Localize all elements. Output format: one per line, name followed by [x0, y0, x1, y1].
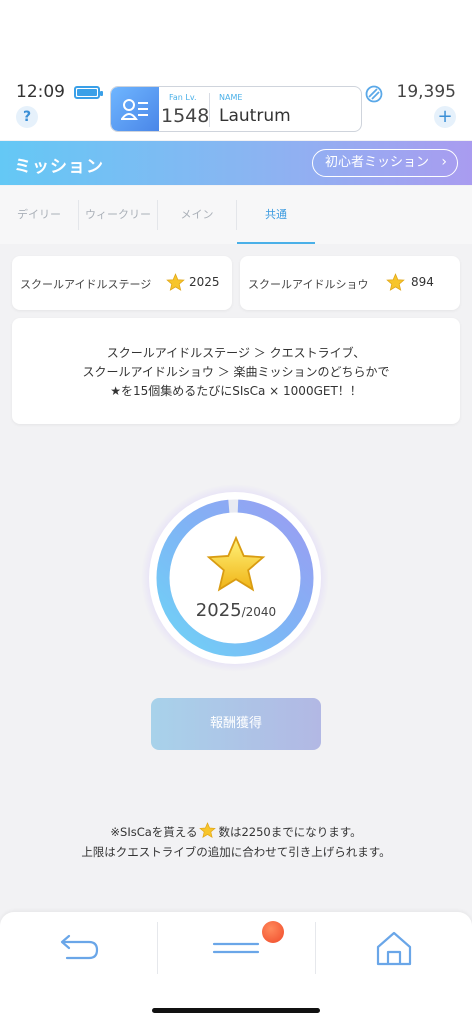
back-button[interactable] [49, 928, 109, 968]
tab-daily[interactable]: デイリー [0, 186, 78, 244]
description-line: スクールアイドルショウ ＞ 楽曲ミッションのどちらかで [82, 365, 390, 379]
mission-description-card: スクールアイドルステージ ＞ クエストライブ、 スクールアイドルショウ ＞ 楽曲… [12, 318, 460, 424]
fan-level-value: 1548 [161, 105, 210, 127]
currency-value: 19,395 [396, 82, 456, 102]
gem-icon [365, 85, 383, 107]
name-label: NAME [219, 93, 243, 102]
help-button[interactable]: ? [16, 106, 38, 128]
page-title: ミッション [14, 157, 104, 177]
tab-common[interactable]: 共通 [237, 186, 315, 244]
progress-max: /2040 [241, 605, 277, 619]
stage-stat-value: 2025 [189, 275, 220, 289]
tab-weekly[interactable]: ウィークリー [79, 186, 157, 244]
star-icon [199, 822, 217, 838]
fan-level-label: Fan Lv. [169, 93, 197, 102]
tab-main[interactable]: メイン [158, 186, 236, 244]
profile-divider [209, 93, 210, 127]
mission-description: スクールアイドルステージ ＞ クエストライブ、 スクールアイドルショウ ＞ 楽曲… [12, 344, 460, 401]
title-bar: ミッション 初心者ミッション › [0, 141, 472, 185]
notification-badge [262, 921, 284, 943]
description-line: スクールアイドルステージ ＞ クエストライブ、 [106, 346, 366, 360]
beginner-mission-label: 初心者ミッション [324, 155, 429, 170]
add-currency-button[interactable]: + [434, 106, 456, 128]
player-name: Lautrum [219, 106, 291, 126]
progress-current: 2025 [195, 600, 242, 621]
description-line: ★を15個集めるたびにSIsCa × 1000GET！！ [110, 384, 362, 398]
show-stat-card: スクールアイドルショウ 894 [240, 256, 460, 310]
limit-note-line2: 上限はクエストライブの追加に合わせて引き上げられます。 [81, 845, 391, 859]
battery-icon [74, 86, 103, 99]
menu-icon [212, 942, 260, 954]
profile-card[interactable]: Fan Lv. 1548 NAME Lautrum [110, 86, 362, 132]
note-text: ※SIsCaを貰える [110, 825, 198, 839]
show-stat-label: スクールアイドルショウ [248, 278, 369, 291]
nav-divider [315, 922, 316, 974]
menu-button[interactable] [206, 928, 266, 968]
stage-stat-card: スクールアイドルステージ 2025 [12, 256, 232, 310]
limit-note-line1: ※SIsCaを貰える 数は2250までになります。 [0, 822, 472, 840]
nav-divider [157, 922, 158, 974]
status-time: 12:09 [16, 82, 65, 102]
home-button[interactable] [364, 928, 424, 968]
star-icon [166, 273, 185, 291]
claim-reward-button[interactable]: 報酬獲得 [151, 698, 321, 750]
mission-tabs: デイリー ウィークリー メイン 共通 [0, 186, 472, 244]
home-icon [376, 931, 412, 966]
chevron-right-icon: › [441, 154, 447, 170]
stage-stat-label: スクールアイドルステージ [20, 278, 152, 291]
back-arrow-icon [60, 934, 99, 960]
big-star-icon [206, 535, 266, 592]
note-text: 数は2250までになります。 [218, 825, 362, 839]
star-icon [386, 273, 405, 291]
beginner-mission-button[interactable]: 初心者ミッション › [311, 149, 458, 177]
progress-count: 2025/2040 [0, 600, 472, 621]
show-stat-value: 894 [411, 275, 434, 289]
profile-card-icon [111, 87, 159, 131]
home-indicator[interactable] [152, 1008, 320, 1013]
